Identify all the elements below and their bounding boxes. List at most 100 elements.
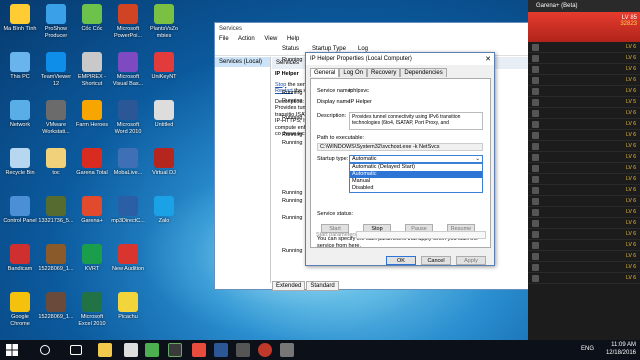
list-item[interactable]: LV 6 [528, 240, 640, 251]
list-item[interactable]: LV 6 [528, 262, 640, 273]
coccoc-icon[interactable] [145, 343, 159, 357]
tab-extended[interactable]: Extended [272, 281, 306, 291]
desktop-icon[interactable]: Picachu [110, 290, 146, 340]
description-field[interactable]: Provides tunnel connectivity using IPv6 … [349, 112, 483, 130]
tab-log-on[interactable]: Log On [339, 68, 368, 77]
option-automatic[interactable]: Automatic [350, 171, 482, 178]
properties-dialog[interactable]: IP Helper Properties (Local Computer) ✕ … [305, 52, 495, 266]
menu-file[interactable]: File [219, 36, 229, 42]
desktop-icon[interactable]: Recycle Bin [2, 146, 38, 196]
desktop-icon[interactable]: 15228069_1... [38, 242, 74, 292]
desktop-icon[interactable]: MobaLive... [110, 146, 146, 196]
desktop-icon[interactable]: Control Panel [2, 194, 38, 244]
list-item[interactable]: LV 6 [528, 119, 640, 130]
desktop-icon[interactable]: Microsoft Word 2010 [110, 98, 146, 148]
store-icon[interactable] [124, 343, 138, 357]
list-item[interactable]: LV 6 [528, 53, 640, 64]
level-badge: LV 6 [626, 143, 636, 149]
desktop-icon[interactable]: toc [38, 146, 74, 196]
list-item[interactable]: LV 6 [528, 86, 640, 97]
desktop-icon[interactable]: Garena Total [74, 146, 110, 196]
shortcut-icon [46, 148, 66, 168]
tab-recovery[interactable]: Recovery [367, 68, 401, 77]
desktop-icon[interactable]: Google Chrome [2, 290, 38, 340]
list-item[interactable]: LV 6 [528, 152, 640, 163]
tab-dependencies[interactable]: Dependencies [400, 68, 447, 77]
startup-type-select[interactable]: Automatic ⌄ [349, 155, 483, 163]
desktop-icon[interactable]: KVRT [74, 242, 110, 292]
desktop-icon[interactable]: Ma Bình Tình [2, 2, 38, 52]
list-item[interactable]: LV 6 [528, 75, 640, 86]
list-item[interactable]: LV 6 [528, 251, 640, 262]
list-item[interactable]: LV 5 [528, 97, 640, 108]
list-item[interactable]: LV 6 [528, 64, 640, 75]
file-explorer-icon[interactable] [98, 343, 112, 357]
task-view-icon[interactable] [70, 345, 82, 355]
desktop-icon[interactable]: Zalo [146, 194, 182, 244]
list-item[interactable]: LV 6 [528, 273, 640, 284]
language-indicator[interactable]: ENG [581, 346, 594, 352]
tab-standard[interactable]: Standard [306, 281, 339, 291]
desktop-icon[interactable]: TeamViewer 12 [38, 50, 74, 100]
list-item[interactable]: LV 6 [528, 207, 640, 218]
list-item[interactable]: LV 6 [528, 130, 640, 141]
desktop-icon[interactable]: Bandicam [2, 242, 38, 292]
desktop-icon[interactable]: Virtual DJ [146, 146, 182, 196]
start-params-input[interactable] [356, 231, 486, 239]
ok-button[interactable]: OK [386, 256, 416, 265]
option-disabled[interactable]: Disabled [350, 185, 482, 192]
garena-panel[interactable]: Garena+ (Beta) LV 85 32823 LV 6 LV 6 LV 6L… [528, 0, 640, 340]
desktop-icon[interactable]: Untitled [146, 98, 182, 148]
desktop-icon[interactable]: Network [2, 98, 38, 148]
word-icon[interactable] [214, 343, 228, 357]
apply-button[interactable]: Apply [456, 256, 486, 265]
desktop-icon[interactable]: EMPIREX - Shortcut [74, 50, 110, 100]
desktop-icon[interactable]: 13321736_5... [38, 194, 74, 244]
tab-general[interactable]: General [310, 68, 340, 77]
windows-start-icon[interactable] [6, 344, 18, 356]
garena-icon[interactable] [192, 343, 206, 357]
bandicam-icon[interactable] [258, 343, 272, 357]
desktop-icon[interactable]: PlantsVsZo mbies [146, 2, 182, 52]
tool-icon[interactable] [236, 343, 250, 357]
desktop-icon[interactable]: Cốc Cốc [74, 2, 110, 52]
close-icon[interactable]: ✕ [485, 55, 491, 63]
shortcut-icon [118, 52, 138, 72]
list-item[interactable]: LV 6 [528, 174, 640, 185]
desktop-icon[interactable]: VMware Workstati... [38, 98, 74, 148]
app-icon[interactable] [168, 343, 182, 357]
desktop-icon[interactable]: Microsoft PowerPoi... [110, 2, 146, 52]
list-item[interactable]: LV 6 [528, 141, 640, 152]
desktop-icon[interactable]: ProShow Producer [38, 2, 74, 52]
tree-node-services-local[interactable]: Services (Local) [215, 57, 270, 67]
desktop-icon[interactable] [146, 242, 182, 292]
menu-help[interactable]: Help [287, 36, 299, 42]
clock[interactable]: 11:09 AM 12/18/2016 [606, 342, 636, 357]
menu-action[interactable]: Action [238, 36, 255, 42]
services-icon[interactable] [280, 343, 294, 357]
list-item[interactable]: LV 6 [528, 229, 640, 240]
desktop-icon[interactable]: Microsoft Excel 2010 [74, 290, 110, 340]
list-item[interactable]: LV 6 [528, 108, 640, 119]
option-manual[interactable]: Manual [350, 178, 482, 185]
desktop-icon[interactable]: Farm Heroes [74, 98, 110, 148]
cancel-button[interactable]: Cancel [421, 256, 451, 265]
startup-type-dropdown[interactable]: Automatic (Delayed Start) Automatic Manu… [349, 163, 483, 193]
list-item[interactable]: LV 6 [528, 218, 640, 229]
desktop-icon[interactable]: 15228069_1... [38, 290, 74, 340]
desktop-icon[interactable]: Microsoft Visual Bas... [110, 50, 146, 100]
menu-view[interactable]: View [264, 36, 277, 42]
list-item[interactable]: LV 6 [528, 196, 640, 207]
list-item[interactable]: LV 6 [528, 163, 640, 174]
search-icon[interactable] [40, 345, 50, 355]
list-item[interactable]: LV 6 [528, 42, 640, 53]
option-automatic-delayed[interactable]: Automatic (Delayed Start) [350, 164, 482, 171]
desktop-icon[interactable]: This PC [2, 50, 38, 100]
desktop-icon[interactable]: UniKeyNT [146, 50, 182, 100]
list-item[interactable]: LV 6 [528, 185, 640, 196]
desktop-icon[interactable]: New Audition [110, 242, 146, 292]
garena-profile[interactable]: LV 85 32823 [528, 12, 640, 42]
shortcut-icon [154, 244, 174, 264]
desktop-icon[interactable]: Garena+ [74, 194, 110, 244]
desktop-icon[interactable]: mp3DirectC... [110, 194, 146, 244]
